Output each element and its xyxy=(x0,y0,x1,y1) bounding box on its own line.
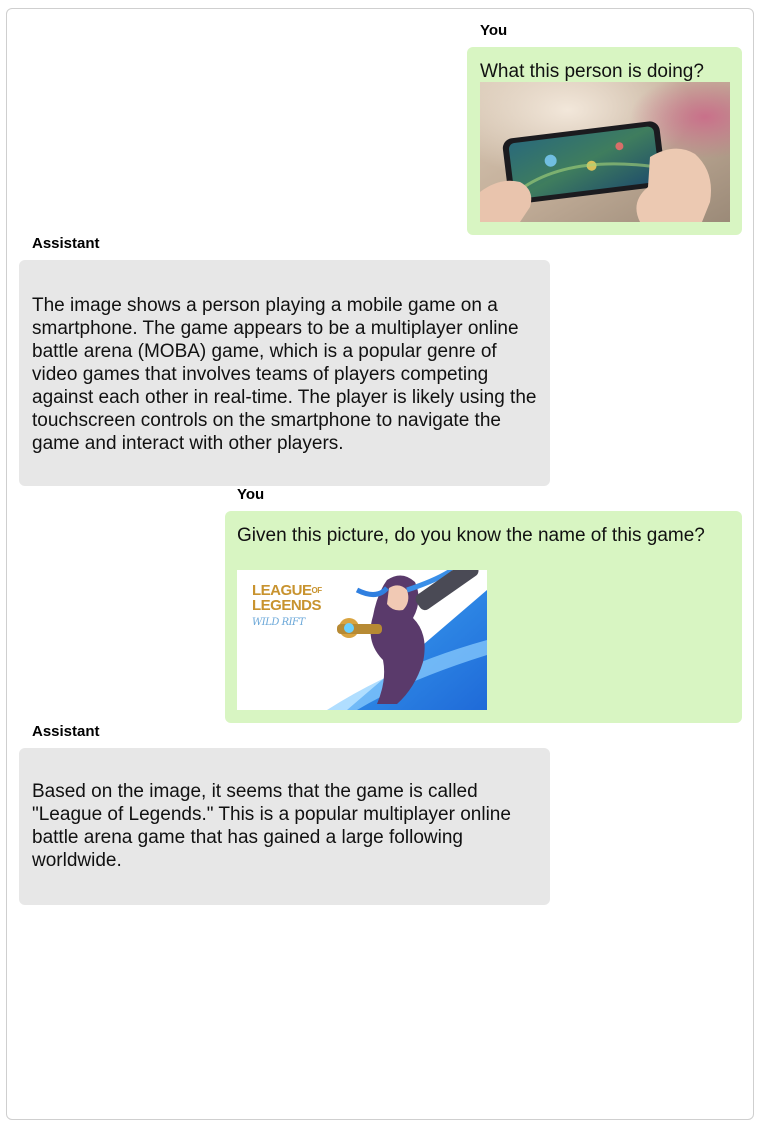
assistant-message-bubble: Based on the image, it seems that the ga… xyxy=(19,748,550,905)
sender-label-you: You xyxy=(237,486,265,503)
user-message-text: What this person is doing? xyxy=(480,61,704,82)
game-logo: LEAGUEOF LEGENDS WILD RIFT xyxy=(252,583,322,630)
user-attached-photo[interactable] xyxy=(480,82,730,222)
user-message-text: Given this picture, do you know the name… xyxy=(237,525,705,546)
sender-label-assistant: Assistant xyxy=(32,723,100,740)
user-attached-game-art[interactable]: LEAGUEOF LEGENDS WILD RIFT xyxy=(237,570,487,710)
assistant-message-bubble: The image shows a person playing a mobil… xyxy=(19,260,550,486)
user-message-bubble: What this person is doing? xyxy=(467,47,742,235)
assistant-message-text: The image shows a person playing a mobil… xyxy=(32,295,537,454)
assistant-message-text: Based on the image, it seems that the ga… xyxy=(32,781,511,871)
user-message-bubble: Given this picture, do you know the name… xyxy=(225,511,742,723)
sender-label-you: You xyxy=(480,22,508,39)
logo-of: OF xyxy=(311,586,323,595)
sender-label-assistant: Assistant xyxy=(32,235,100,252)
logo-wild-rift: WILD RIFT xyxy=(252,617,305,628)
phone-gaming-image xyxy=(480,82,730,222)
logo-line-legends: LEGENDS xyxy=(252,597,322,614)
